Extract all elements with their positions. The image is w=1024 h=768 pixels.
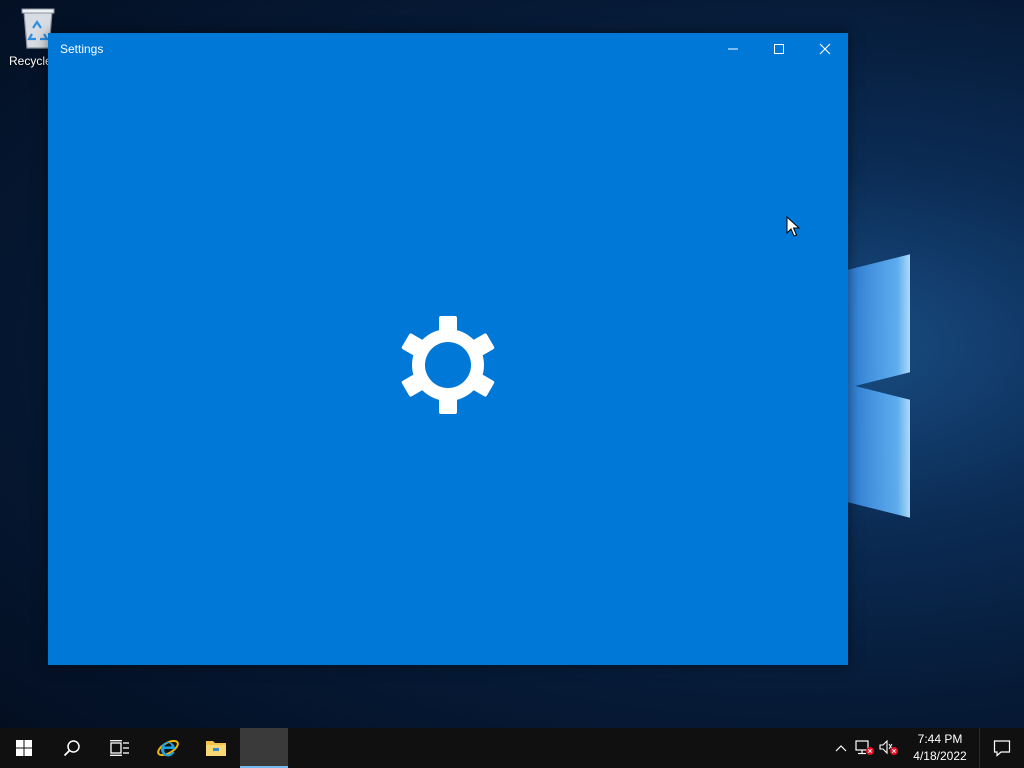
maximize-icon [774, 44, 784, 54]
settings-window: Settings [48, 33, 848, 665]
windows-start-icon [16, 740, 32, 756]
chevron-up-icon [835, 745, 847, 752]
volume-button[interactable] [877, 728, 901, 768]
task-view-button[interactable] [96, 728, 144, 768]
task-view-icon [110, 740, 129, 756]
folder-icon [206, 741, 226, 756]
network-button[interactable] [853, 728, 877, 768]
internet-explorer-icon [157, 740, 179, 757]
taskbar-clock[interactable]: 7:44 PM 4/18/2022 [905, 731, 975, 765]
taskbar: 7:44 PM 4/18/2022 [0, 728, 1024, 768]
wallpaper-windows-logo [830, 240, 1024, 560]
minimize-button[interactable] [710, 33, 756, 65]
gear-icon [398, 315, 498, 415]
action-center-icon [993, 740, 1011, 757]
volume-muted-icon [879, 740, 898, 755]
close-button[interactable] [802, 33, 848, 65]
clock-time: 7:44 PM [917, 732, 963, 746]
network-disconnected-icon [855, 740, 874, 755]
show-hidden-icons-button[interactable] [829, 728, 853, 768]
taskbar-settings-app[interactable] [240, 728, 288, 768]
internet-explorer-button[interactable] [144, 728, 192, 768]
search-icon [63, 740, 80, 757]
close-icon [819, 43, 831, 55]
clock-date: 4/18/2022 [913, 749, 967, 763]
file-explorer-button[interactable] [192, 728, 240, 768]
search-button[interactable] [48, 728, 96, 768]
minimize-icon [728, 48, 738, 50]
system-tray: 7:44 PM 4/18/2022 [829, 728, 1024, 768]
window-titlebar[interactable]: Settings [48, 33, 848, 65]
action-center-button[interactable] [979, 728, 1024, 768]
window-title: Settings [60, 42, 104, 56]
mouse-cursor-icon [786, 215, 801, 238]
start-button[interactable] [0, 728, 48, 768]
maximize-button[interactable] [756, 33, 802, 65]
